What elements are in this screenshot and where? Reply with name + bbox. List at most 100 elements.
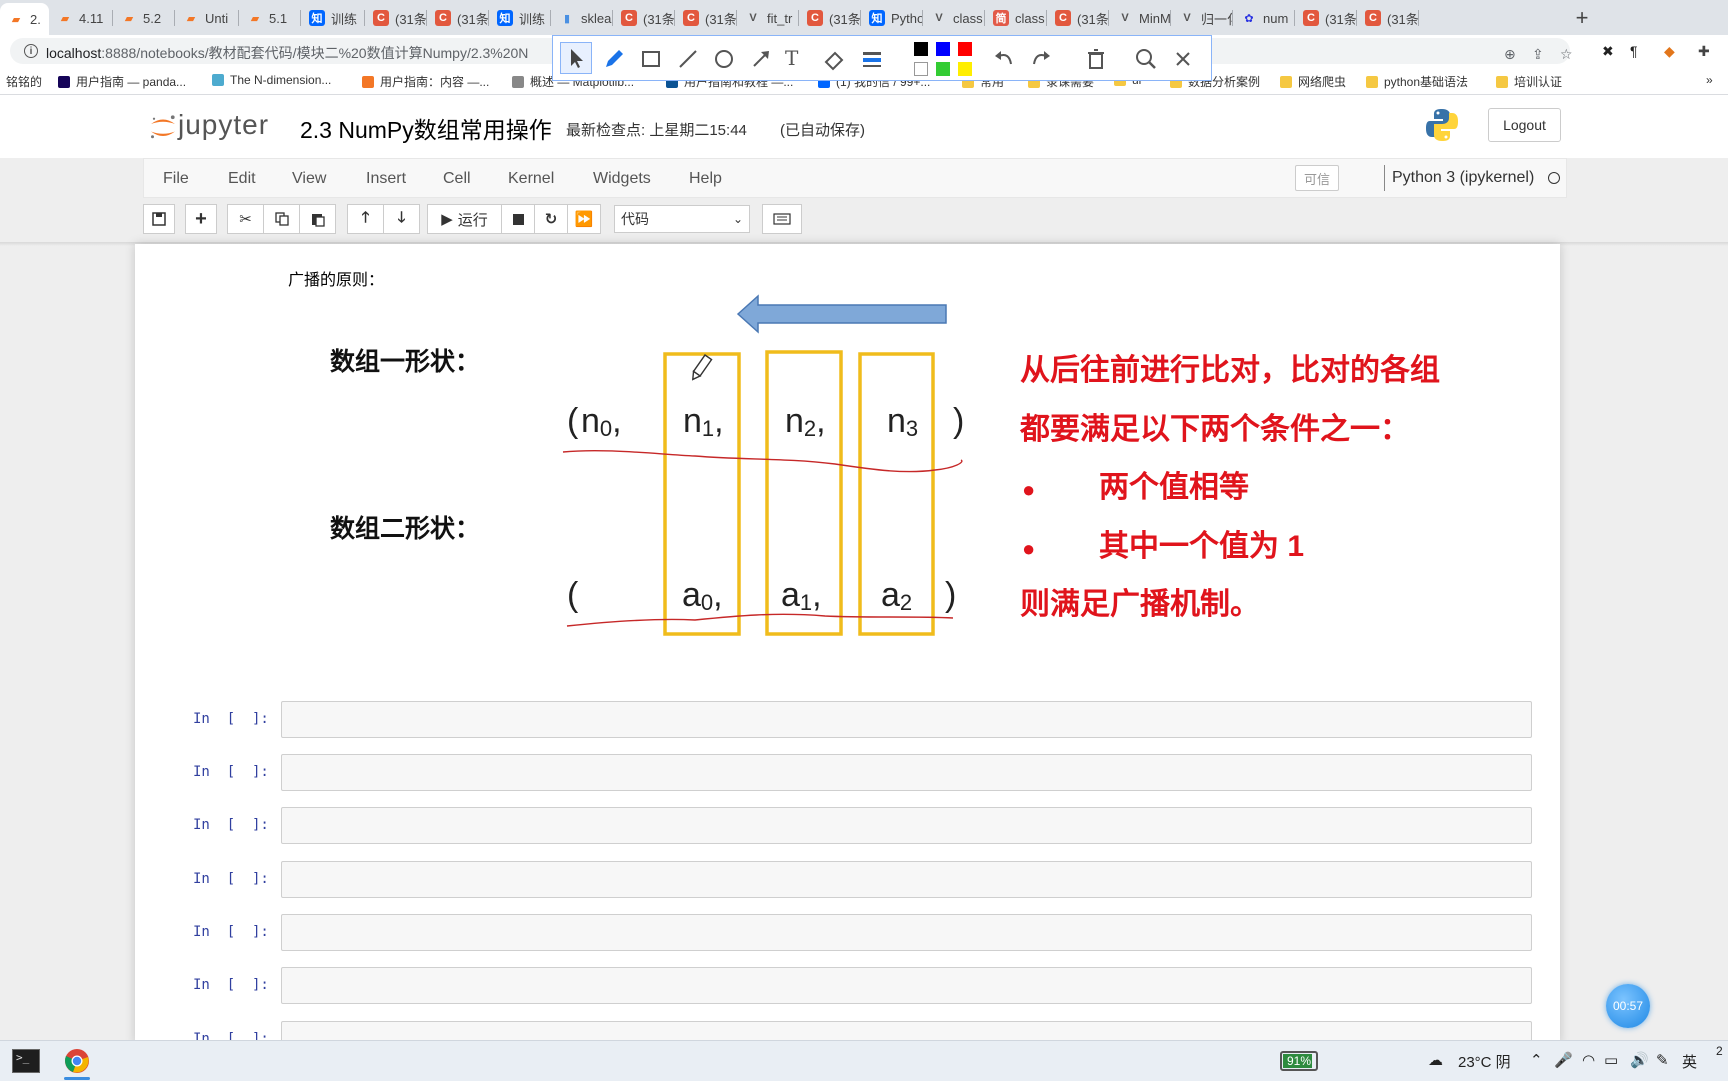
browser-tab[interactable]: V归一化 (1171, 4, 1233, 32)
undo-icon[interactable] (991, 46, 1017, 72)
browser-tab[interactable]: ▰2.✕ (0, 3, 49, 35)
menu-file[interactable]: File (163, 170, 189, 188)
browser-tab[interactable]: ▰Unti (175, 4, 239, 32)
browser-tab[interactable]: 知训练 (489, 4, 551, 32)
zoom-icon[interactable]: ⊕ (1504, 46, 1516, 63)
microphone-icon[interactable]: 🎤 (1554, 1051, 1573, 1069)
move-down-button[interactable]: 🡓 (383, 204, 420, 234)
browser-tab[interactable]: 简class (985, 4, 1047, 32)
browser-tab[interactable]: C(31条 (613, 4, 675, 32)
menu-edit[interactable]: Edit (228, 170, 256, 188)
url-text[interactable]: localhost:8888/notebooks/教材配套代码/模块二%20数值… (46, 43, 528, 63)
cell-type-select[interactable]: 代码 ⌄ (614, 205, 750, 233)
color-swatch[interactable] (914, 42, 928, 56)
circle-tool-icon[interactable] (711, 46, 737, 72)
logout-button[interactable]: Logout (1488, 108, 1561, 142)
bookmarks-overflow-button[interactable]: » (1706, 73, 1713, 87)
redo-icon[interactable] (1028, 46, 1054, 72)
browser-tab[interactable]: ▰5.1 (239, 4, 301, 32)
terminal-app-icon[interactable]: >_ (12, 1049, 40, 1073)
color-swatch[interactable] (914, 62, 928, 76)
cell-input-area[interactable] (281, 861, 1532, 898)
stroke-width-icon[interactable] (859, 46, 885, 72)
extension-x-icon[interactable]: ✖ (1602, 43, 1614, 60)
code-cell[interactable]: In [ ]: (135, 701, 1560, 739)
ime-indicator[interactable]: 英 (1682, 1051, 1697, 1072)
browser-tab[interactable]: C(31条 (1295, 4, 1357, 32)
save-button[interactable] (143, 204, 175, 234)
recording-timer[interactable]: 00:57 (1606, 984, 1650, 1028)
extensions-puzzle-icon[interactable]: ✚ (1698, 43, 1710, 60)
menu-view[interactable]: View (292, 170, 326, 188)
bookmark-item[interactable]: 培训认证 (1496, 73, 1562, 90)
browser-tab[interactable]: C(31条 (365, 4, 427, 32)
clock[interactable]: 2 (1716, 1044, 1723, 1058)
cell-input-area[interactable] (281, 1021, 1532, 1041)
magnifier-icon[interactable] (1133, 46, 1159, 72)
pen-tool-icon[interactable] (601, 46, 627, 72)
share-icon[interactable]: ⇪ (1532, 46, 1544, 63)
extension-fox-icon[interactable]: ◆ (1664, 43, 1675, 60)
interrupt-button[interactable] (501, 204, 535, 234)
bookmark-item[interactable]: 网络爬虫 (1280, 73, 1346, 90)
chrome-app-icon[interactable] (64, 1048, 90, 1074)
weather-cloud-icon[interactable]: ☁ (1428, 1051, 1443, 1069)
browser-tab[interactable]: C(31条 (1357, 4, 1419, 32)
bookmark-item[interactable]: 铭铭的 (6, 73, 42, 90)
code-cell[interactable]: In [ ]: (135, 914, 1560, 952)
wifi-icon[interactable]: ◠ (1582, 1051, 1595, 1069)
code-cell[interactable]: In [ ]: (135, 861, 1560, 899)
move-up-button[interactable]: 🡑 (347, 204, 384, 234)
rectangle-tool-icon[interactable] (638, 46, 664, 72)
pen-icon[interactable]: ✎ (1656, 1051, 1669, 1069)
jupyter-logo-text[interactable]: jupyter (178, 109, 269, 141)
notebook-title[interactable]: 2.3 NumPy数组常用操作 (300, 111, 552, 145)
copy-button[interactable] (263, 204, 300, 234)
color-swatch[interactable] (936, 42, 950, 56)
menu-help[interactable]: Help (689, 170, 722, 188)
browser-tab[interactable]: Vclass (923, 4, 985, 32)
browser-tab[interactable]: C(31条 (675, 4, 737, 32)
menu-widgets[interactable]: Widgets (593, 170, 651, 188)
browser-tab[interactable]: 知Pytho (861, 4, 923, 32)
run-button[interactable]: ▶运行 (427, 204, 502, 234)
battery-icon[interactable]: ▭ (1604, 1051, 1618, 1069)
cell-input-area[interactable] (281, 914, 1532, 951)
code-cell[interactable]: In [ ]: (135, 754, 1560, 792)
restart-button[interactable]: ↻ (534, 204, 568, 234)
browser-tab[interactable]: C(31条 (799, 4, 861, 32)
browser-tab[interactable]: Vfit_tr (737, 4, 799, 32)
browser-tab[interactable]: C(31条 (1047, 4, 1109, 32)
pointer-tool-button[interactable] (560, 42, 592, 74)
menu-insert[interactable]: Insert (366, 170, 406, 188)
browser-tab[interactable]: 知训练 (301, 4, 365, 32)
code-cell[interactable]: In [ ]: (135, 967, 1560, 1005)
arrow-tool-icon[interactable] (748, 46, 774, 72)
code-cell[interactable]: In [ ]: (135, 807, 1560, 845)
color-swatch[interactable] (958, 62, 972, 76)
chevron-up-icon[interactable]: ⌃ (1530, 1051, 1543, 1069)
volume-icon[interactable]: 🔊 (1630, 1051, 1649, 1069)
browser-tab[interactable]: ▮sklea (551, 4, 613, 32)
jupyter-logo-icon[interactable] (148, 109, 178, 145)
bookmark-item[interactable]: 用户指南：内容 —... (362, 73, 489, 90)
trash-icon[interactable] (1083, 46, 1109, 72)
text-tool-icon[interactable]: T (785, 46, 798, 70)
browser-tab[interactable]: VMinM (1109, 4, 1171, 32)
restart-run-all-button[interactable]: ⏩ (567, 204, 601, 234)
color-swatch[interactable] (958, 42, 972, 56)
menu-kernel[interactable]: Kernel (508, 170, 554, 188)
menu-cell[interactable]: Cell (443, 170, 471, 188)
browser-tab[interactable]: C(31条 (427, 4, 489, 32)
close-icon[interactable] (1170, 46, 1196, 72)
cell-input-area[interactable] (281, 754, 1532, 791)
browser-tab[interactable]: ▰5.2 (113, 4, 175, 32)
bookmark-item[interactable]: python基础语法 (1366, 73, 1468, 90)
browser-tab[interactable]: ✿num (1233, 4, 1295, 32)
trusted-badge[interactable]: 可信 (1295, 165, 1339, 191)
kernel-name[interactable]: Python 3 (ipykernel) (1392, 169, 1534, 187)
extension-paragraph-icon[interactable]: ¶ (1630, 43, 1638, 59)
browser-tab[interactable]: ▰4.11 (49, 4, 113, 32)
line-tool-icon[interactable] (675, 46, 701, 72)
paste-button[interactable] (299, 204, 336, 234)
